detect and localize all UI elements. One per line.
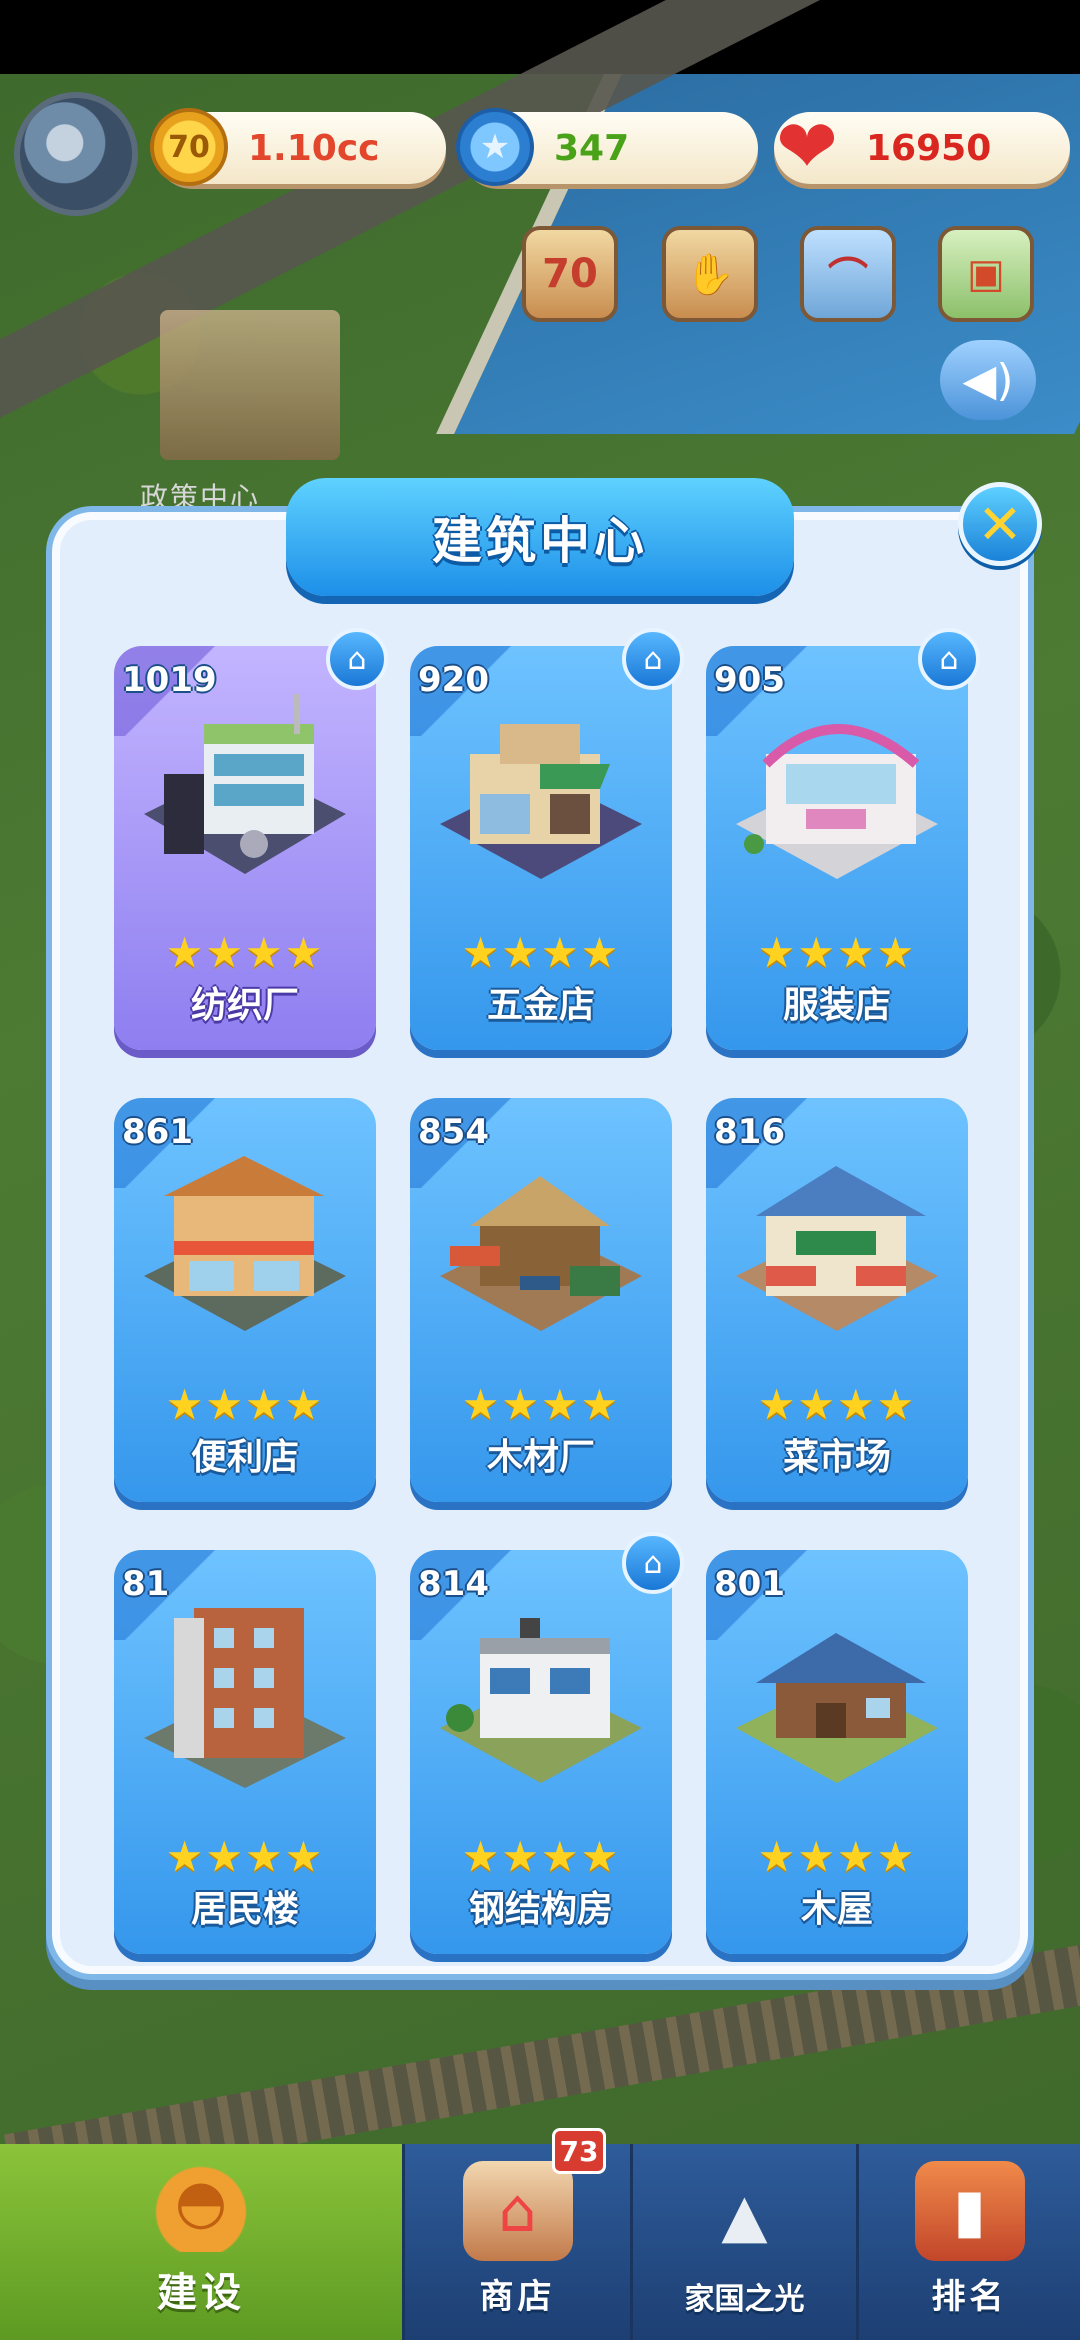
hard-hat-icon: ◓ [146, 2152, 256, 2252]
card-score: 905 [714, 660, 785, 700]
speaker-icon[interactable]: ◀) [940, 340, 1036, 420]
nav-ranking[interactable]: ▮ 排名 [856, 2144, 1080, 2340]
building-card-wooden-house[interactable]: 801 ★★★★ 木屋 [706, 1550, 968, 1954]
panel-title: 建筑中心 [432, 512, 648, 570]
bottom-nav: ◓ 建设 ⌂ 商店 ▲ 家国之光 ▮ 排名 [0, 2144, 1080, 2340]
clothing-store-art [736, 724, 938, 879]
coin-icon: 70 [150, 108, 228, 186]
card-name: 居民楼 [190, 1889, 299, 1930]
ranking-tower-icon: ▮ [914, 2161, 1025, 2261]
building-card-lumber-mill[interactable]: 854 ★★★★ 木材厂 [410, 1098, 672, 1502]
card-face: 1019 ★★★★ 纺织厂 [114, 646, 376, 1050]
star-rating: ★★★★ [165, 928, 325, 977]
card-name: 木材厂 [486, 1437, 595, 1478]
card-name: 钢结构房 [468, 1889, 613, 1930]
residential-building-art [144, 1608, 346, 1788]
close-button[interactable]: ✕ [958, 482, 1042, 566]
card-score: 1019 [122, 660, 217, 700]
shop-notification-badge: 73 [552, 2128, 606, 2174]
anniversary-70-icon[interactable]: 70 [522, 226, 618, 322]
star-rating: ★★★★ [165, 1832, 325, 1881]
star-rating: ★★★★ [165, 1380, 325, 1429]
nav-label: 家国之光 [684, 2282, 805, 2317]
card-name: 服装店 [782, 985, 891, 1026]
building-card-vegetable-market[interactable]: 816 ★★★★ 菜市场 [706, 1098, 968, 1502]
building-card-hardware-store[interactable]: 920 ★★★★ 五金店 ⌂ [410, 628, 684, 1050]
policy-center-label: 政策中心 [140, 481, 261, 514]
star-rating: ★★★★ [461, 1832, 621, 1881]
textile-factory-art [144, 694, 346, 874]
hardware-store-art [440, 724, 642, 879]
nav-label: 排名 [931, 2277, 1008, 2317]
wooden-house-art [736, 1633, 938, 1783]
card-name: 便利店 [190, 1437, 299, 1478]
card-score: 861 [122, 1112, 193, 1152]
card-name: 五金店 [486, 985, 595, 1026]
card-score: 816 [714, 1112, 785, 1152]
card-face: 814 ★★★★ 钢结构房 [410, 1550, 672, 1954]
vegetable-market-art [736, 1166, 938, 1331]
card-face: 861 ★★★★ 便利店 [114, 1098, 376, 1502]
card-face: 801 ★★★★ 木屋 [706, 1550, 968, 1954]
star-counter[interactable]: ★ 347 [456, 108, 758, 186]
card-score: 920 [418, 660, 489, 700]
card-face: 81 ★★★★ 居民楼 [114, 1550, 376, 1954]
handshake-icon[interactable]: ✋ [662, 226, 758, 322]
star-value: 347 [554, 127, 630, 169]
heart-value: 16950 [866, 127, 992, 169]
card-face: 816 ★★★★ 菜市场 [706, 1098, 968, 1502]
card-name: 菜市场 [782, 1437, 891, 1478]
shop-icon: ⌂ [462, 2161, 573, 2261]
card-score: 854 [418, 1112, 489, 1152]
card-score: 801 [714, 1564, 785, 1604]
coin-counter[interactable]: 70 1.10cc [150, 108, 446, 186]
card-face: 854 ★★★★ 木材厂 [410, 1098, 672, 1502]
star-rating: ★★★★ [757, 1380, 917, 1429]
bridge-icon[interactable]: ⌒ [800, 226, 896, 322]
delivery-truck-icon[interactable]: ▣ [938, 226, 1034, 322]
coin-value: 1.10cc [248, 127, 380, 169]
building-card-convenience-store[interactable]: 861 ★★★★ 便利店 [114, 1098, 376, 1502]
star-icon: ★ [456, 108, 534, 186]
home-icon: ⌂ [622, 1532, 684, 1594]
nav-label: 建设 [157, 2270, 245, 2316]
star-rating: ★★★★ [461, 1380, 621, 1429]
steel-structure-house-art [440, 1618, 642, 1783]
heart-icon: ❤ [775, 104, 838, 190]
nav-home-country-light[interactable]: ▲ 家国之光 [630, 2144, 856, 2340]
card-name: 纺织厂 [190, 985, 299, 1026]
convenience-store-art [144, 1156, 346, 1331]
home-icon: ⌂ [622, 628, 684, 690]
lumber-mill-art [440, 1176, 642, 1331]
star-rating: ★★★★ [757, 928, 917, 977]
building-card-residential-building[interactable]: 81 ★★★★ 居民楼 [114, 1550, 376, 1954]
star-rating: ★★★★ [461, 928, 621, 977]
card-score: 814 [418, 1564, 489, 1604]
close-icon: ✕ [977, 492, 1023, 556]
building-card-textile-factory[interactable]: 1019 ★★★★ 纺织厂 ⌂ [114, 628, 388, 1050]
card-face: 905 ★★★★ 服装店 [706, 646, 968, 1050]
building-card-steel-structure-house[interactable]: 814 ★★★★ 钢结构房 ⌂ [410, 1532, 684, 1954]
heart-counter[interactable]: ❤ 16950 [774, 104, 1070, 190]
card-face: 920 ★★★★ 五金店 [410, 646, 672, 1050]
card-score: 81 [122, 1564, 170, 1604]
home-icon: ⌂ [918, 628, 980, 690]
panel-title-banner: 建筑中心 [286, 478, 794, 596]
player-avatar[interactable] [14, 92, 138, 216]
nav-build[interactable]: ◓ 建设 [0, 2144, 402, 2340]
home-icon: ⌂ [326, 628, 388, 690]
star-rating: ★★★★ [757, 1832, 917, 1881]
building-card-clothing-store[interactable]: 905 ★★★★ 服装店 ⌂ [706, 628, 980, 1050]
policy-center-building[interactable] [160, 310, 340, 460]
card-name: 木屋 [800, 1889, 873, 1930]
nav-label: 商店 [479, 2277, 556, 2317]
rocket-icon: ▲ [721, 2181, 768, 2251]
